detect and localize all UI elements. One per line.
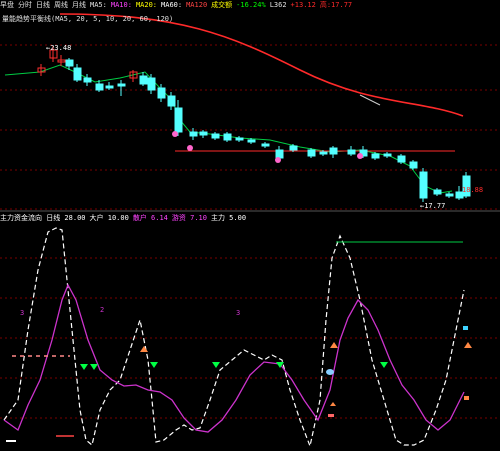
candle-body (289, 145, 298, 151)
osc-white-line (3, 227, 465, 449)
candle-body (117, 83, 126, 87)
down-arrow-icon (212, 362, 220, 368)
candle-body (319, 151, 328, 155)
indicator-header-bar: 早盘 分时 日线 周线 月线 MA5: MA10: MA20: MA60: MA120 成交额 -16… (0, 0, 500, 11)
header-item-7: MA20: (135, 1, 158, 9)
signal-dot (357, 153, 363, 159)
low-price-label: ←17.77 (420, 202, 446, 210)
header-item-1: 分时 (18, 1, 32, 9)
candle-body (199, 131, 208, 136)
indicator-panel-header: 主力资金流向 日线 28.00 大户 10.00 散户 6.14 游资 7.10 主力 … (0, 213, 500, 224)
candle-body (147, 77, 156, 91)
header-item-6: MA10: (110, 1, 132, 9)
candle-body (347, 149, 356, 155)
indicator-item-1: 大户 10.00 (89, 214, 129, 222)
candle-body (235, 137, 244, 141)
up-arrow-icon (464, 342, 472, 348)
signal-marker (328, 414, 334, 417)
high-price-label: ←23.48 (46, 44, 72, 52)
header-item-13: +13.12 (290, 1, 316, 9)
candle-body (275, 149, 284, 159)
candle-body (174, 107, 183, 133)
indicator-label: 3 (20, 309, 25, 317)
chart-canvas (0, 13, 500, 449)
up-arrow-icon (330, 342, 338, 348)
down-arrow-icon (380, 362, 388, 368)
candle-body (167, 95, 176, 107)
header-item-3: 周线 (54, 1, 68, 9)
indicator-item-2: 散户 6.14 (132, 214, 168, 222)
indicator-item-4: 主力 5.00 (210, 214, 247, 222)
signal-marker (464, 396, 469, 400)
candle-body (371, 153, 380, 159)
candle-body (261, 143, 270, 147)
ma120-line (59, 13, 464, 117)
candle-body (445, 193, 454, 197)
candle-body (383, 153, 392, 157)
header-item-2: 日线 (36, 1, 50, 9)
header-item-5: MA5: (90, 1, 107, 9)
header-item-9: MA120 (186, 1, 208, 9)
indicator-item-0: 主力资金流向 日线 28.00 (0, 214, 86, 222)
down-arrow-icon (90, 364, 98, 370)
signal-dot (187, 145, 193, 151)
signal-marker (463, 326, 468, 330)
right-price-label: 18.88 (462, 186, 484, 194)
candle-body (247, 139, 256, 143)
candle-body (223, 133, 232, 141)
candle-body (189, 131, 198, 137)
indicator-item-3: 游资 7.10 (171, 214, 207, 222)
candle-body (157, 87, 166, 99)
header-item-14: 高:17.77 (319, 1, 353, 9)
candle-body (397, 155, 406, 163)
candle-body (409, 161, 418, 169)
header-item-0: 早盘 (0, 1, 14, 9)
candle-body (105, 85, 114, 89)
candle-body (95, 83, 104, 91)
candle-body (139, 75, 148, 85)
header-item-11: -16.24% (236, 1, 266, 9)
price-panel-title: 量能趋势平衡线(MA5, 20, 5, 10, 20, 60, 120) (2, 15, 174, 23)
up-arrow-icon (330, 402, 336, 406)
signal-dot (172, 131, 178, 137)
osc-marker (6, 440, 16, 442)
up-arrow-icon (140, 346, 148, 352)
signal-dot (326, 369, 334, 375)
header-item-4: 月线 (72, 1, 86, 9)
candle-body (419, 171, 428, 199)
candle-body (307, 149, 316, 157)
signal-dot (275, 157, 281, 163)
ma-short-line (4, 64, 453, 194)
candle-body (329, 147, 338, 155)
down-arrow-icon (150, 362, 158, 368)
candle-body (65, 59, 74, 67)
header-item-10: 成交额 (211, 1, 233, 9)
header-item-12: L362 (269, 1, 287, 9)
indicator-label: 2 (100, 306, 105, 314)
header-item-8: MA60: (161, 1, 183, 9)
candle-body (433, 189, 442, 195)
candle-body (73, 67, 82, 81)
indicator-label: 3 (236, 309, 241, 317)
down-arrow-icon (80, 364, 88, 370)
candle-body (83, 77, 92, 83)
candle-body (211, 133, 220, 139)
